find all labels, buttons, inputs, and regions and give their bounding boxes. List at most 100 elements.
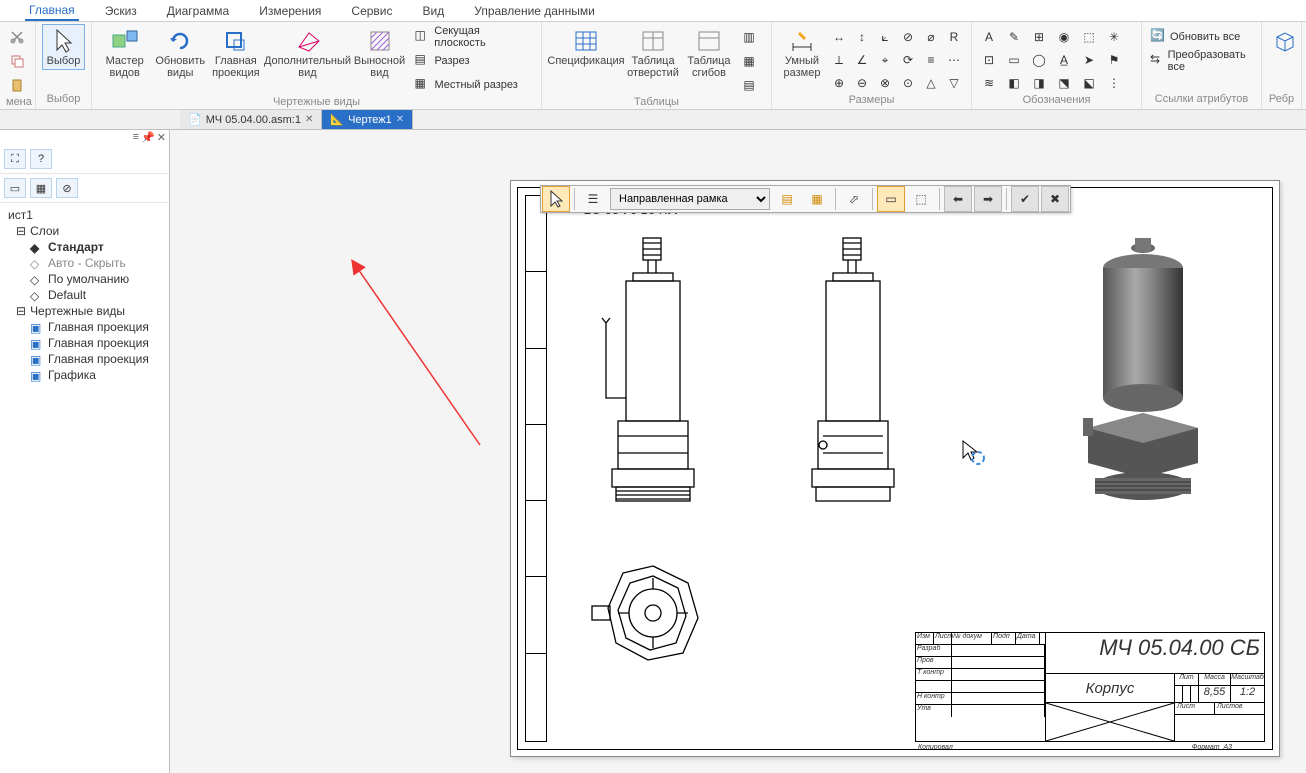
ft-rect2-icon[interactable]: ⬚: [907, 186, 935, 212]
cutting-plane-button[interactable]: ◫Секущая плоскость: [413, 26, 536, 48]
aux-view-button[interactable]: Дополнительный вид: [265, 24, 351, 82]
local-section-button[interactable]: ▦Местный разрез: [413, 74, 536, 96]
refresh-all-button[interactable]: 🔄Обновить все: [1148, 26, 1255, 48]
side-tool[interactable]: ⛶: [4, 149, 26, 169]
annot-tool[interactable]: ≋: [978, 72, 1000, 94]
dim-tool[interactable]: ≡: [920, 49, 942, 71]
tree-layer[interactable]: ◇Авто - Скрыть: [2, 255, 167, 271]
ribbon-tab-view[interactable]: Вид: [419, 0, 449, 21]
tree-view[interactable]: ▣Графика: [2, 367, 167, 383]
table-extra-2[interactable]: ▦: [738, 50, 760, 72]
ft-next-icon[interactable]: ➡: [974, 186, 1002, 212]
annot-tool[interactable]: ✎: [1003, 26, 1025, 48]
tree-layer[interactable]: ◆Стандарт: [2, 239, 167, 255]
feature-tree[interactable]: ист1 ⊟Слои ◆Стандарт ◇Авто - Скрыть ◇По …: [0, 203, 169, 387]
ft-options-icon[interactable]: ☰: [579, 186, 607, 212]
dim-tool[interactable]: ⌀: [920, 26, 942, 48]
principal-view-button[interactable]: Главная проекция: [209, 24, 262, 82]
ft-accept-icon[interactable]: ✔: [1011, 186, 1039, 212]
annot-tool[interactable]: ◉: [1053, 26, 1075, 48]
tree-view[interactable]: ▣Главная проекция: [2, 351, 167, 367]
drawing-canvas[interactable]: МЧ 05.04.00 СБ: [170, 130, 1306, 773]
dim-tool[interactable]: ⊘: [897, 26, 919, 48]
ft-layer1-icon[interactable]: ▤: [773, 186, 801, 212]
hole-table-button[interactable]: Таблица отверстий: [626, 24, 680, 82]
annot-tool[interactable]: ▭: [1003, 49, 1025, 71]
annot-tool[interactable]: ⊡: [978, 49, 1000, 71]
dim-tool[interactable]: △: [920, 72, 942, 94]
table-extra-1[interactable]: ▥: [738, 26, 760, 48]
annot-tool[interactable]: A: [978, 26, 1000, 48]
dim-tool[interactable]: ∠: [851, 49, 873, 71]
ft-cursor2-icon[interactable]: ⬀: [840, 186, 868, 212]
tree-layer[interactable]: ◇По умолчанию: [2, 271, 167, 287]
annot-tool[interactable]: ⊞: [1028, 26, 1050, 48]
dim-tool[interactable]: ⊖: [851, 72, 873, 94]
ribbon-tab-pdm[interactable]: Управление данными: [470, 0, 599, 21]
drawing-view-front[interactable]: [598, 238, 728, 518]
smart-dim-button[interactable]: Умный размер: [778, 24, 826, 82]
copy-icon[interactable]: [6, 50, 28, 72]
detail-view-button[interactable]: Выносной вид: [353, 24, 407, 82]
annot-tool[interactable]: ⬚: [1078, 26, 1100, 48]
bom-button[interactable]: Спецификация: [548, 24, 624, 70]
dim-tool[interactable]: ⟀: [874, 26, 896, 48]
ft-select-icon[interactable]: [542, 186, 570, 212]
tree-layers[interactable]: ⊟Слои: [2, 223, 167, 239]
drawing-view-iso[interactable]: [1058, 238, 1228, 518]
side-tool[interactable]: ▭: [4, 178, 26, 198]
dim-tool[interactable]: ⊙: [897, 72, 919, 94]
tree-root[interactable]: ист1: [2, 207, 167, 223]
cut-icon[interactable]: [6, 26, 28, 48]
dim-tool[interactable]: ⟳: [897, 49, 919, 71]
dim-tool[interactable]: R: [943, 26, 965, 48]
dim-tool[interactable]: ⌖: [874, 49, 896, 71]
close-icon[interactable]: ✕: [305, 114, 313, 125]
ft-prev-icon[interactable]: ⬅: [944, 186, 972, 212]
annot-tool[interactable]: A̲: [1053, 49, 1075, 71]
doc-tab-asm[interactable]: 📄 МЧ 05.04.00.asm:1 ✕: [180, 110, 322, 129]
ribbon-tab-sketch[interactable]: Эскиз: [101, 0, 141, 21]
dim-tool[interactable]: ↕: [851, 26, 873, 48]
tree-view[interactable]: ▣Главная проекция: [2, 335, 167, 351]
ft-frame-dropdown[interactable]: Направленная рамка: [610, 188, 770, 210]
edges-button[interactable]: [1268, 24, 1302, 58]
side-tool[interactable]: ▦: [30, 178, 52, 198]
tree-views[interactable]: ⊟Чертежные виды: [2, 303, 167, 319]
view-wizard-button[interactable]: Мастер видов: [98, 24, 151, 82]
annot-tool[interactable]: ⚑: [1103, 49, 1125, 71]
select-button[interactable]: Выбор: [42, 24, 85, 70]
pane-opts-icon[interactable]: ≡: [133, 131, 139, 144]
side-tool[interactable]: ?: [30, 149, 52, 169]
ft-rect1-icon[interactable]: ▭: [877, 186, 905, 212]
section-button[interactable]: ▤Разрез: [413, 50, 536, 72]
bend-table-button[interactable]: Таблица сгибов: [682, 24, 736, 82]
pin-icon[interactable]: 📌: [141, 131, 155, 144]
ribbon-tab-service[interactable]: Сервис: [347, 0, 396, 21]
ribbon-tab-diagram[interactable]: Диаграмма: [163, 0, 233, 21]
tree-layer[interactable]: ◇Default: [2, 287, 167, 303]
ribbon-tab-measure[interactable]: Измерения: [255, 0, 325, 21]
convert-all-button[interactable]: ⇆Преобразовать все: [1148, 50, 1255, 72]
ribbon-tab-main[interactable]: Главная: [25, 0, 79, 21]
doc-tab-drawing[interactable]: 📐 Чертеж1 ✕: [322, 110, 413, 129]
annot-tool[interactable]: ✳: [1103, 26, 1125, 48]
ft-cancel-icon[interactable]: ✖: [1041, 186, 1069, 212]
close-pane-icon[interactable]: ✕: [157, 131, 166, 144]
dim-tool[interactable]: ↔: [828, 26, 850, 48]
tree-view[interactable]: ▣Главная проекция: [2, 319, 167, 335]
update-views-button[interactable]: Обновить виды: [153, 24, 207, 82]
annot-tool[interactable]: ⬕: [1078, 72, 1100, 94]
annot-tool[interactable]: ◧: [1003, 72, 1025, 94]
annot-tool[interactable]: ◯: [1028, 49, 1050, 71]
table-extra-3[interactable]: ▤: [738, 74, 760, 96]
paste-icon[interactable]: [6, 74, 28, 96]
dim-tool[interactable]: ⋯: [943, 49, 965, 71]
dim-tool[interactable]: ▽: [943, 72, 965, 94]
ft-layer2-icon[interactable]: ▦: [803, 186, 831, 212]
dim-tool[interactable]: ⊗: [874, 72, 896, 94]
side-tool[interactable]: ⊘: [56, 178, 78, 198]
annot-tool[interactable]: ⬔: [1053, 72, 1075, 94]
dim-tool[interactable]: ⟂: [828, 49, 850, 71]
annot-tool[interactable]: ⋮: [1103, 72, 1125, 94]
